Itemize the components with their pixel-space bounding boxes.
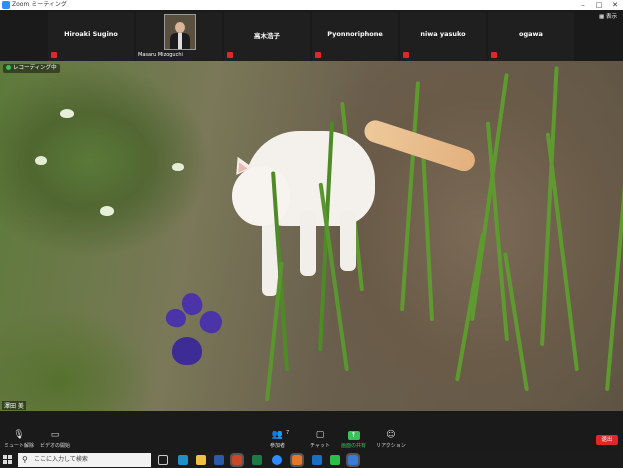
participant-name: niwa yasuko [420,30,466,38]
window-title: Zoom ミーティング [12,1,67,8]
zoom-app-icon[interactable] [346,453,360,467]
participant-name: 高木浩子 [254,32,280,40]
participant-tile[interactable]: Hiroaki Sugino [48,12,134,61]
meeting-controls: 🎙 ミュート解除 ▭ ビデオの開始 👥 参加者 7 ▢ チャット ↑ 画面の共有… [0,411,623,452]
chat-button[interactable]: ▢ チャット [310,430,330,450]
main-video: レコーディング中 澤田 美 [0,61,623,411]
muted-microphone-icon [403,52,409,58]
share-screen-button[interactable]: ↑ 画面の共有 [341,431,366,449]
cat-head [232,166,290,226]
clover-flower [60,109,74,118]
search-placeholder: ここに入力して検索 [34,456,88,463]
participant-name: Pyonnoriphone [327,30,383,38]
participant-name: ogawa [519,30,543,38]
firefox-icon[interactable] [290,453,304,467]
participant-name: Masaru Mizoguchi [138,52,183,58]
muted-microphone-icon [51,52,57,58]
powerpoint-icon[interactable] [230,453,244,467]
muted-microphone-icon [227,52,233,58]
windows-start-icon[interactable] [3,455,13,465]
reactions-button[interactable]: ☺ リアクション [376,430,406,450]
video-off-icon: ▭ [50,430,60,440]
chat-icon: ▢ [315,430,325,440]
recording-label: レコーディング中 [13,65,57,71]
iris-petal [172,337,202,365]
muted-microphone-icon [315,52,321,58]
minimize-icon[interactable]: – [575,0,591,10]
iris-petal [196,307,226,337]
explorer-icon[interactable] [196,455,206,465]
participants-icon: 👥 [271,430,284,440]
speaker-name: 澤田 美 [2,401,26,410]
edge-icon[interactable] [178,455,188,465]
search-icon: ⚲ [22,455,28,464]
view-button[interactable]: ▦ 表示 [599,12,617,20]
muted-microphone-icon [491,52,497,58]
recording-dot-icon [6,65,11,70]
cat-leg [300,211,316,276]
close-icon[interactable]: ✕ [607,0,623,10]
mute-button[interactable]: 🎙 ミュート解除 [4,430,35,450]
word-icon[interactable] [214,455,224,465]
excel-icon[interactable] [252,455,262,465]
microphone-muted-icon: 🎙 [13,430,25,440]
reactions-label: リアクション [376,443,406,449]
participants-count: 7 [286,430,290,436]
clover-flower [172,163,184,171]
share-label: 画面の共有 [341,443,367,449]
soil-area [330,61,623,411]
grid-icon: ▦ [599,14,605,20]
participants-label: 参加者 [270,443,286,449]
participant-tile[interactable]: 高木浩子 [224,12,310,61]
zoom-icon[interactable] [272,455,282,465]
clover-flower [35,156,47,165]
maximize-icon[interactable]: □ [591,0,607,10]
mute-label: ミュート解除 [4,443,35,449]
participant-tile[interactable]: niwa yasuko [400,12,486,61]
video-button[interactable]: ▭ ビデオの開始 [40,430,71,450]
window-title-bar: Zoom ミーティング – □ ✕ [0,0,623,10]
windows-taskbar: ⚲ ここに入力して検索 [0,452,623,468]
participant-tile-video[interactable]: Masaru Mizoguchi [136,12,222,61]
participants-button[interactable]: 👥 参加者 7 [270,430,289,449]
recording-indicator: レコーディング中 [3,64,60,73]
participant-video [164,14,196,50]
cat-leg [340,211,356,271]
participant-name: Hiroaki Sugino [64,30,118,38]
zoom-logo-icon [2,1,10,9]
participant-tile[interactable]: ogawa [488,12,574,61]
outlook-icon[interactable] [312,455,322,465]
clover-flower [100,206,114,216]
line-icon[interactable] [330,455,340,465]
view-button-label: 表示 [605,14,617,20]
leave-button[interactable]: 退出 [596,435,618,445]
video-label: ビデオの開始 [40,443,71,449]
share-screen-icon: ↑ [347,431,360,440]
reaction-icon: ☺ [386,430,396,440]
task-view-icon[interactable] [158,455,168,465]
taskbar-search-box[interactable]: ⚲ ここに入力して検索 [18,453,151,467]
chat-label: チャット [310,443,330,449]
participant-tile[interactable]: Pyonnoriphone [312,12,398,61]
